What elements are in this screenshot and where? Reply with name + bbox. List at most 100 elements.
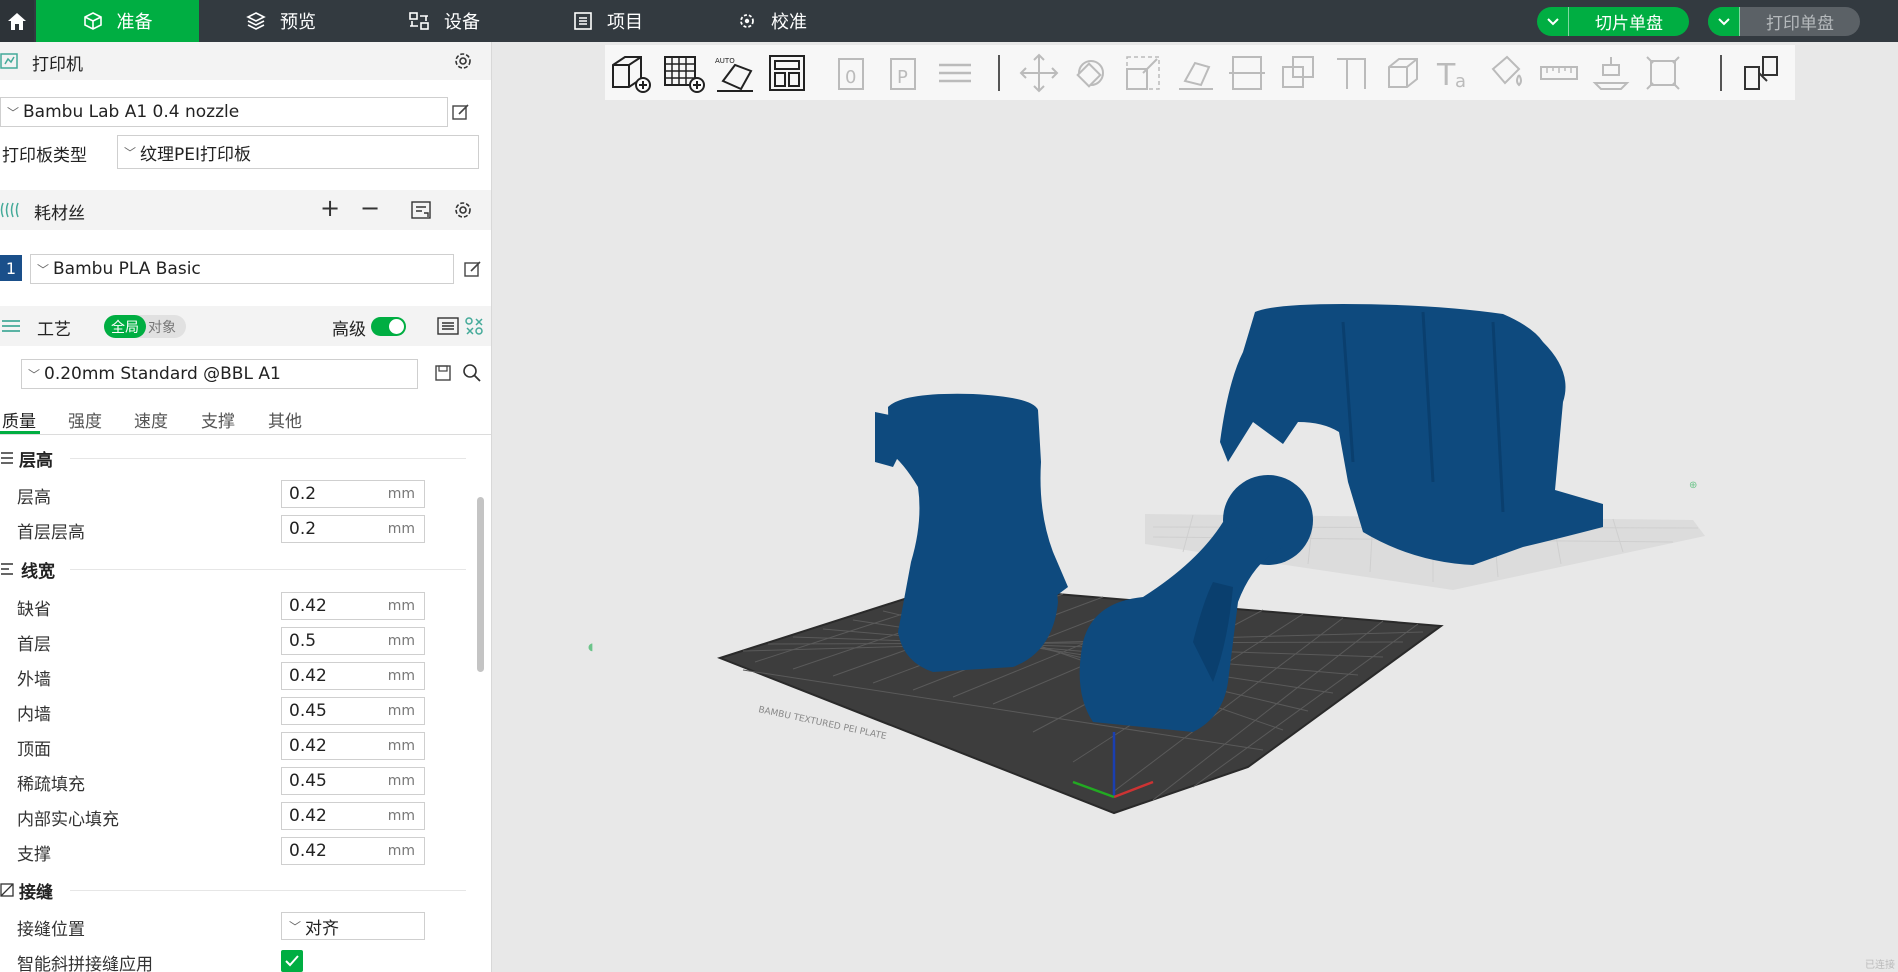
support-paint-button[interactable] — [1329, 51, 1373, 95]
tab-support[interactable]: 支撑 — [201, 407, 235, 432]
layer-height-icon — [1, 452, 13, 464]
tab-project[interactable]: 项目 — [573, 0, 643, 42]
lay-on-face-button[interactable] — [1173, 51, 1217, 95]
3d-viewport[interactable]: ⊕ BAMBU TEXTURED PEI PLATE ◖ 已连接 — [493, 42, 1898, 972]
first-layer-height-input[interactable]: 0.2 mm — [281, 515, 425, 543]
gear-icon[interactable] — [452, 199, 474, 221]
compare-icon[interactable] — [464, 316, 484, 336]
line-width-internal-solid-infill-input[interactable]: 0.42 mm — [281, 802, 425, 830]
param-label-first-layer: 首层 — [17, 635, 51, 655]
gear-icon[interactable] — [452, 50, 474, 72]
svg-text:◖: ◖ — [588, 642, 593, 653]
tab-others[interactable]: 其他 — [268, 407, 302, 432]
remove-filament-button[interactable]: − — [360, 194, 380, 222]
cut-tool-button[interactable] — [1225, 51, 1269, 95]
scope-toggle[interactable]: 全局 对象 — [104, 315, 186, 338]
status-indicator: 已连接 — [1865, 958, 1895, 971]
plate-type-select[interactable]: ﹀ 纹理PEI打印板 — [117, 135, 479, 169]
group-title-layer-height: 层高 — [19, 451, 53, 471]
support-icon — [1337, 58, 1366, 89]
split-icon — [1744, 56, 1778, 90]
home-button[interactable] — [0, 0, 34, 42]
advanced-label: 高级 — [332, 320, 366, 340]
line-width-default-input[interactable]: 0.42 mm — [281, 592, 425, 620]
line-width-inner-wall-input[interactable]: 0.45 mm — [281, 697, 425, 725]
advanced-toggle[interactable] — [371, 317, 406, 336]
cube-icon — [83, 12, 102, 30]
move-tool-button[interactable] — [1017, 51, 1061, 95]
model-torso[interactable] — [875, 393, 1068, 672]
search-icon[interactable] — [462, 363, 482, 383]
text-tool-button[interactable]: Ta — [1433, 51, 1477, 95]
plate-settings-button[interactable]: P — [881, 51, 925, 95]
sidebar-scrollbar[interactable] — [477, 497, 484, 672]
text-icon: Ta — [1436, 58, 1466, 93]
add-plate-button[interactable] — [661, 51, 705, 95]
tab-device[interactable]: 设备 — [408, 0, 480, 42]
line-width-support-input[interactable]: 0.42 mm — [281, 837, 425, 865]
filament-select[interactable]: ﹀ Bambu PLA Basic — [30, 254, 454, 284]
layers-toggle-button[interactable] — [933, 51, 977, 95]
scale-tool-button[interactable] — [1121, 51, 1165, 95]
measure-tool-button[interactable] — [1537, 51, 1581, 95]
group-title-seam: 接缝 — [19, 883, 53, 903]
split-tool-button[interactable] — [1739, 51, 1783, 95]
lay-on-face-icon — [1179, 61, 1213, 90]
fit-view-button[interactable] — [1641, 51, 1685, 95]
chevron-down-icon[interactable] — [1537, 7, 1569, 36]
tab-preview[interactable]: 预览 — [246, 0, 316, 42]
edit-icon[interactable] — [451, 102, 471, 122]
tab-quality[interactable]: 质量 — [2, 407, 36, 432]
save-icon[interactable] — [434, 364, 452, 382]
orient-zero-button[interactable]: 0 — [829, 51, 873, 95]
arrange-button[interactable] — [765, 51, 809, 95]
color-paint-button[interactable] — [1485, 51, 1529, 95]
scene-canvas: ⊕ BAMBU TEXTURED PEI PLATE ◖ 已连接 — [588, 304, 1895, 971]
chevron-down-icon[interactable] — [1708, 7, 1740, 36]
assembly-icon — [1592, 57, 1630, 90]
filament-sync-icon[interactable] — [410, 199, 434, 221]
tab-prepare[interactable]: 准备 — [36, 0, 199, 42]
list-view-icon[interactable] — [437, 316, 459, 336]
slice-plate-button[interactable]: 切片单盘 — [1537, 7, 1689, 36]
add-cube-icon — [612, 56, 651, 93]
param-label-default: 缺省 — [17, 600, 51, 620]
print-plate-button[interactable]: 打印单盘 — [1708, 7, 1860, 36]
tab-speed[interactable]: 速度 — [134, 407, 168, 432]
process-section-title: 工艺 — [37, 320, 71, 340]
move-icon — [1019, 53, 1059, 93]
param-label-internal-solid-infill: 内部实心填充 — [17, 810, 119, 830]
smart-scarf-checkbox[interactable] — [281, 950, 303, 972]
line-width-top-surface-input[interactable]: 0.42 mm — [281, 732, 425, 760]
seam-paint-button[interactable] — [1381, 51, 1425, 95]
tabs-divider — [0, 434, 491, 435]
line-width-outer-wall-input[interactable]: 0.42 mm — [281, 662, 425, 690]
chevron-down-icon: ﹀ — [28, 367, 41, 382]
rotate-icon — [1076, 60, 1104, 88]
list-icon — [574, 12, 592, 30]
assembly-tool-button[interactable] — [1589, 51, 1633, 95]
printer-select[interactable]: ﹀ Bambu Lab A1 0.4 nozzle — [0, 97, 448, 127]
chevron-down-icon: ﹀ — [37, 262, 50, 277]
add-filament-button[interactable]: + — [320, 194, 340, 222]
boolean-tool-button[interactable] — [1277, 51, 1321, 95]
paint-bucket-icon — [1491, 55, 1522, 87]
layer-height-input[interactable]: 0.2 mm — [281, 480, 425, 508]
add-object-button[interactable] — [607, 51, 651, 95]
auto-orient-button[interactable]: AUTO — [713, 51, 757, 95]
line-width-icon — [1, 563, 13, 575]
scope-object-option[interactable]: 对象 — [148, 317, 176, 337]
filament-slot-badge[interactable]: 1 — [0, 255, 22, 281]
svg-text:AUTO: AUTO — [715, 57, 735, 65]
number-zero-icon: 0 — [838, 58, 864, 90]
param-label-support: 支撑 — [17, 845, 51, 865]
tab-strength[interactable]: 强度 — [68, 407, 102, 432]
seam-position-select[interactable]: ﹀ 对齐 — [281, 912, 425, 940]
tab-calibration[interactable]: 校准 — [737, 0, 807, 42]
process-profile-select[interactable]: ﹀ 0.20mm Standard @BBL A1 — [21, 359, 418, 389]
rotate-tool-button[interactable] — [1069, 51, 1113, 95]
edit-icon[interactable] — [463, 259, 483, 279]
line-width-first-layer-input[interactable]: 0.5 mm — [281, 627, 425, 655]
line-width-sparse-infill-input[interactable]: 0.45 mm — [281, 767, 425, 795]
scope-global-option[interactable]: 全局 — [104, 315, 146, 338]
